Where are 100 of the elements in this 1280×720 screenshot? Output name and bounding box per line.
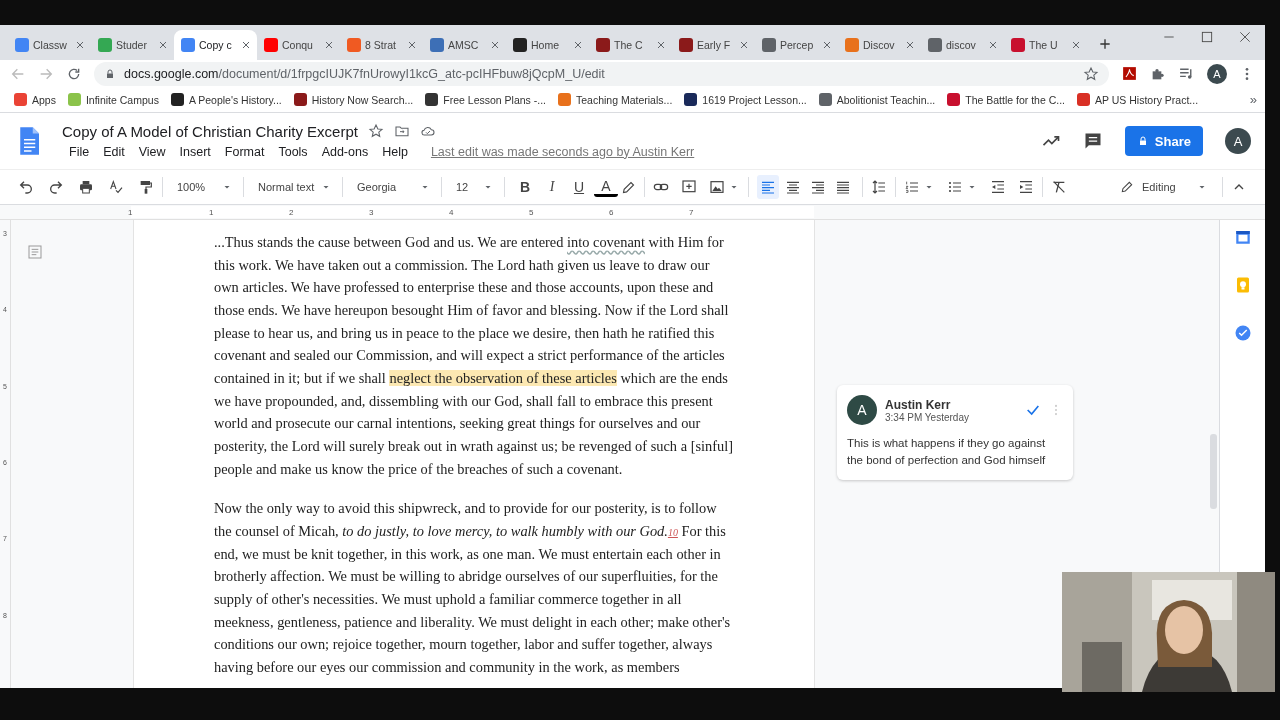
menu-item[interactable]: Format <box>217 143 272 160</box>
share-button[interactable]: Share <box>1124 126 1203 156</box>
font-dropdown[interactable]: Georgia <box>351 175 433 199</box>
align-left-icon <box>760 179 776 195</box>
ruler-number: 4 <box>449 207 455 217</box>
paragraph: Now the only way to avoid this shipwreck, and to provide for our posterity, is to follow the counsel of Micah, to do justly, to love mercy, to walk humbly with our God.10 For this end, we must be knit together, in this work, as one man. We must entertain each other in brotherly affection. We must be willing to abridge ourselves of our superfluities, for the supply of other's necessities. We must uphold a familiar commerce together in all meekness, gentleness, patience and liberality. We must delight in each other; make other's conditions our own; rejoice together, mourn together, labor and suffer together, always having before our eyes our commission and community in the work, as members <box>214 499 732 677</box>
color-button[interactable]: A <box>594 177 618 197</box>
ruler-number: 1 <box>128 207 134 217</box>
browser-tab[interactable]: Discov <box>838 30 921 60</box>
bold-button[interactable]: B <box>513 175 537 199</box>
bookmark[interactable]: A People's History... <box>164 93 288 106</box>
menu-item[interactable]: Tools <box>271 143 315 160</box>
style-dropdown[interactable]: Normal text <box>252 175 334 199</box>
menu-item[interactable]: Help <box>375 143 415 160</box>
browser-tab[interactable]: 8 Strat <box>340 30 423 60</box>
close-icon[interactable] <box>572 39 584 51</box>
align-center-icon <box>785 179 801 195</box>
browser-tab[interactable]: Classw <box>8 30 91 60</box>
print-icon[interactable] <box>78 179 94 195</box>
align-justify-icon <box>835 179 851 195</box>
comment-author: Austin Kerr <box>885 397 952 412</box>
browser-tab[interactable]: The U <box>1004 30 1087 60</box>
close-icon[interactable] <box>489 39 501 51</box>
bookmark[interactable]: Free Lesson Plans -... <box>419 93 552 106</box>
commenter-avatar: A <box>847 395 877 425</box>
close-icon[interactable] <box>821 39 833 51</box>
close-icon[interactable] <box>240 39 252 51</box>
browser-tab[interactable]: The C <box>589 30 672 60</box>
bookmark[interactable]: The Battle for the C... <box>941 93 1072 106</box>
paint-format-icon[interactable] <box>138 179 154 195</box>
align-left-button[interactable] <box>757 175 779 199</box>
italic-button[interactable]: I <box>540 175 564 199</box>
last-edit-link[interactable]: Last edit was made seconds ago by Austin Kerr <box>430 144 695 159</box>
numbered-list-icon[interactable] <box>904 179 920 195</box>
zoom-dropdown[interactable]: 100% <box>171 175 235 199</box>
underline-button[interactable]: U <box>567 175 591 199</box>
comment-text: This is what happens if they go against the bond of perfection and God himself <box>847 436 1047 468</box>
document-title[interactable]: Copy of A Model of Christian Charity Excerpt <box>62 122 358 140</box>
close-icon[interactable] <box>1070 39 1082 51</box>
decrease-indent-icon[interactable] <box>990 179 1006 195</box>
close-icon[interactable] <box>74 39 86 51</box>
close-icon[interactable] <box>1237 29 1253 45</box>
browser-tab[interactable]: Conqu <box>257 30 340 60</box>
pdf-icon[interactable] <box>1121 65 1138 82</box>
browser-tab[interactable]: Studer <box>91 30 174 60</box>
star-icon[interactable] <box>1083 65 1099 82</box>
browser-tab[interactable]: AMSC <box>423 30 506 60</box>
address-bar[interactable]: docs.google.com/document/d/1frpgcIUJK7fnUrowyI1kcG_atc-pcIHFbuw8jQcpM_U/edit <box>94 61 1109 86</box>
bookmark[interactable]: History Now Search... <box>287 93 420 106</box>
close-icon[interactable] <box>323 39 335 51</box>
menu-item[interactable]: File <box>62 143 97 160</box>
browser-tab[interactable]: Home <box>506 30 589 60</box>
ruler-number: 1 <box>209 207 215 217</box>
close-icon[interactable] <box>655 39 667 51</box>
browser-tab[interactable]: Copy c <box>174 30 257 60</box>
scrollbar-thumb[interactable] <box>1210 434 1217 509</box>
ruler-number: 2 <box>289 207 295 217</box>
comment-icon[interactable] <box>1082 131 1103 151</box>
bookmark[interactable]: Infinite Campus <box>61 93 165 106</box>
close-icon[interactable] <box>987 39 999 51</box>
menu-item[interactable]: Add-ons <box>314 143 376 160</box>
maximize-icon[interactable] <box>1199 29 1215 45</box>
clear-formatting-icon[interactable] <box>1051 179 1067 195</box>
bookmark[interactable]: 1619 Project Lesson... <box>678 93 813 106</box>
folder-icon[interactable] <box>393 123 410 139</box>
align-right-icon <box>810 179 826 195</box>
editing-mode-dropdown[interactable]: Editing <box>1114 179 1214 195</box>
tasks-icon[interactable] <box>1233 324 1252 342</box>
close-icon[interactable] <box>406 39 418 51</box>
calendar-icon[interactable] <box>1233 228 1252 246</box>
close-icon[interactable] <box>904 39 916 51</box>
pencil-icon <box>1120 180 1134 194</box>
close-icon[interactable] <box>157 39 169 51</box>
browser-tab[interactable]: discov <box>921 30 1004 60</box>
comment-card[interactable]: A Austin Kerr 3:34 PM Yesterday This is what happens if they go against the bond of perfection and God himself <box>837 385 1073 481</box>
bookmark[interactable]: Abolitionist Teachin... <box>812 93 942 106</box>
line-spacing-icon[interactable] <box>871 179 887 195</box>
menu-item[interactable]: Insert <box>172 143 218 160</box>
image-icon[interactable] <box>709 179 725 195</box>
browser-tab[interactable]: Early F <box>672 30 755 60</box>
bookmark[interactable]: Teaching Materials... <box>552 93 679 106</box>
redo-icon[interactable] <box>48 179 64 195</box>
increase-indent-icon[interactable] <box>1018 179 1034 195</box>
bookmark[interactable]: Apps <box>8 93 62 106</box>
font-size-dropdown[interactable]: 12 <box>450 175 496 199</box>
close-icon[interactable] <box>738 39 750 51</box>
menu-item[interactable]: View <box>131 143 173 160</box>
highlighter-icon[interactable] <box>621 179 636 195</box>
star-icon[interactable] <box>367 123 384 139</box>
account-avatar[interactable]: A <box>1225 128 1251 154</box>
menu-item[interactable]: Edit <box>96 143 132 160</box>
more-bookmarks-button[interactable]: » <box>1249 92 1257 107</box>
lock-icon <box>104 67 116 80</box>
spellcheck-icon[interactable] <box>108 179 124 195</box>
browser-tab[interactable]: Percep <box>755 30 838 60</box>
bulleted-list-icon[interactable] <box>947 179 963 195</box>
profile-avatar[interactable]: A <box>1207 63 1227 84</box>
undo-icon[interactable] <box>18 179 34 195</box>
add-comment-icon[interactable] <box>681 179 697 195</box>
bookmark[interactable]: AP US History Pract... <box>1071 93 1205 106</box>
